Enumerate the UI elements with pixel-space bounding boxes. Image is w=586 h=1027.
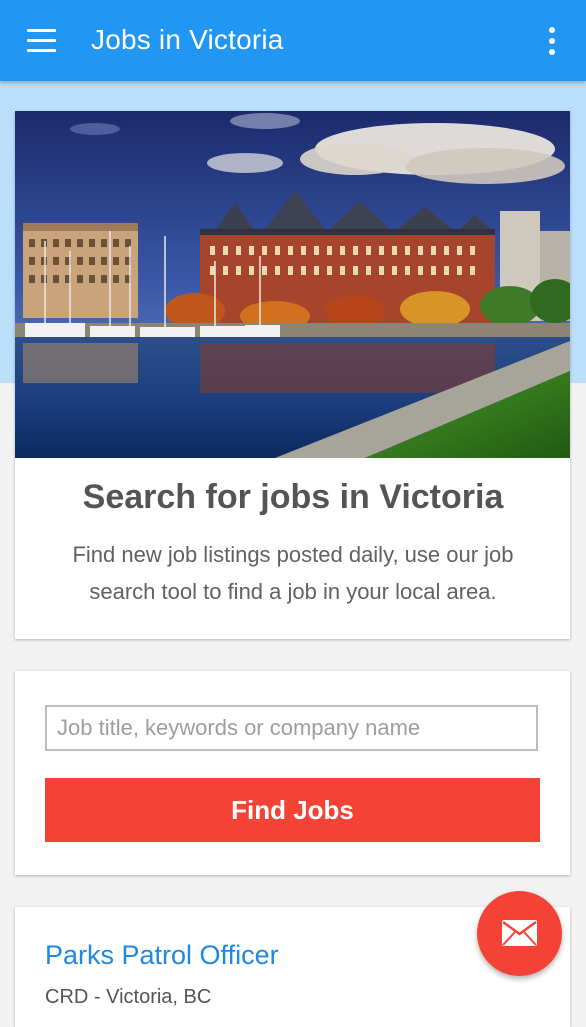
job-title[interactable]: Parks Patrol Officer [45, 938, 279, 972]
job-location: CRD - Victoria, BC [45, 986, 212, 1008]
more-vert-icon [549, 27, 555, 33]
email-fab[interactable] [477, 891, 562, 976]
find-jobs-button[interactable]: Find Jobs [45, 778, 540, 842]
app-bar: Jobs in Victoria [0, 0, 586, 81]
search-card: Find Jobs [15, 671, 570, 875]
hero-heading: Search for jobs in Victoria [82, 478, 504, 516]
overflow-dot [549, 38, 555, 44]
menu-button[interactable] [22, 24, 62, 58]
hamburger-line [27, 49, 56, 52]
victoria-harbour-photo [15, 111, 570, 458]
hamburger-menu-icon [27, 29, 56, 32]
mail-icon [502, 920, 537, 946]
hero-subtext: Find new job listings posted daily, use … [72, 542, 514, 604]
job-search-input[interactable] [45, 705, 538, 751]
overflow-dot [549, 49, 555, 55]
app-title: Jobs in Victoria [91, 24, 284, 55]
hamburger-line [27, 39, 56, 42]
overflow-menu-button[interactable] [538, 24, 566, 58]
